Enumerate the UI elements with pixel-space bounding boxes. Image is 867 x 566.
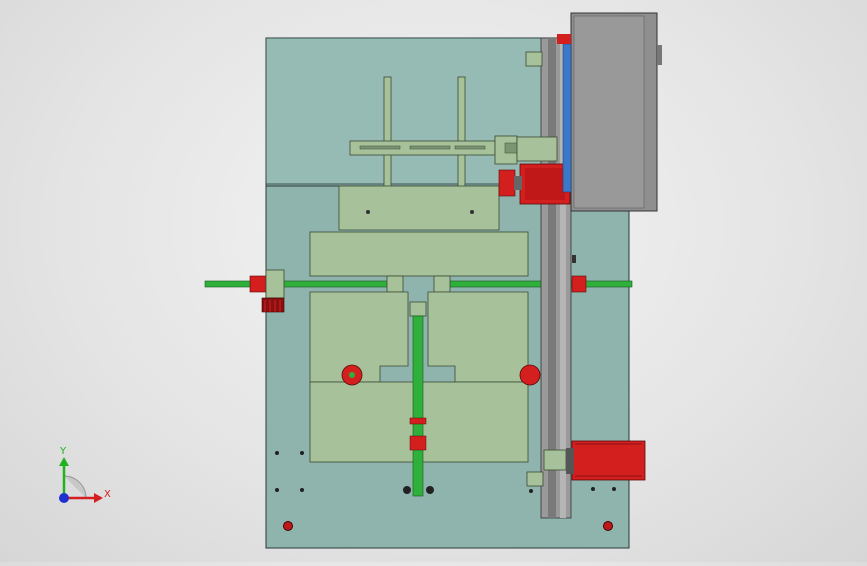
shaft-coupler-right — [433, 275, 451, 293]
lower-stepper-motor — [571, 440, 646, 481]
corner-hole-right — [603, 521, 613, 531]
blue-status-strip — [562, 43, 572, 193]
upper-motor-knob — [498, 169, 516, 197]
rail-bottom-bracket — [543, 449, 567, 471]
z-axis-dot — [59, 493, 69, 503]
horizontal-shaft-left — [204, 280, 391, 288]
right-shaft-bearing — [571, 275, 587, 293]
vertical-shaft-collar-top — [409, 417, 427, 425]
upper-clamp-plate — [309, 231, 529, 277]
vertical-shaft — [412, 315, 424, 497]
upper-mount-block — [338, 185, 500, 231]
assembly-drawing — [204, 12, 662, 549]
left-shaft-bearing — [249, 275, 267, 293]
cad-viewport[interactable]: Y X — [0, 0, 867, 562]
y-axis-label: Y — [59, 446, 67, 457]
x-axis-label: X — [104, 489, 111, 500]
corner-hole-left — [283, 521, 293, 531]
orientation-triad[interactable]: Y X — [48, 440, 118, 510]
rail-carriage — [516, 136, 558, 162]
shaft-coupler-left — [386, 275, 404, 293]
vertical-shaft-top-block — [409, 301, 427, 317]
right-pulley — [519, 364, 541, 386]
rail-top-bracket — [525, 51, 543, 67]
vertical-shaft-collar — [409, 435, 427, 451]
